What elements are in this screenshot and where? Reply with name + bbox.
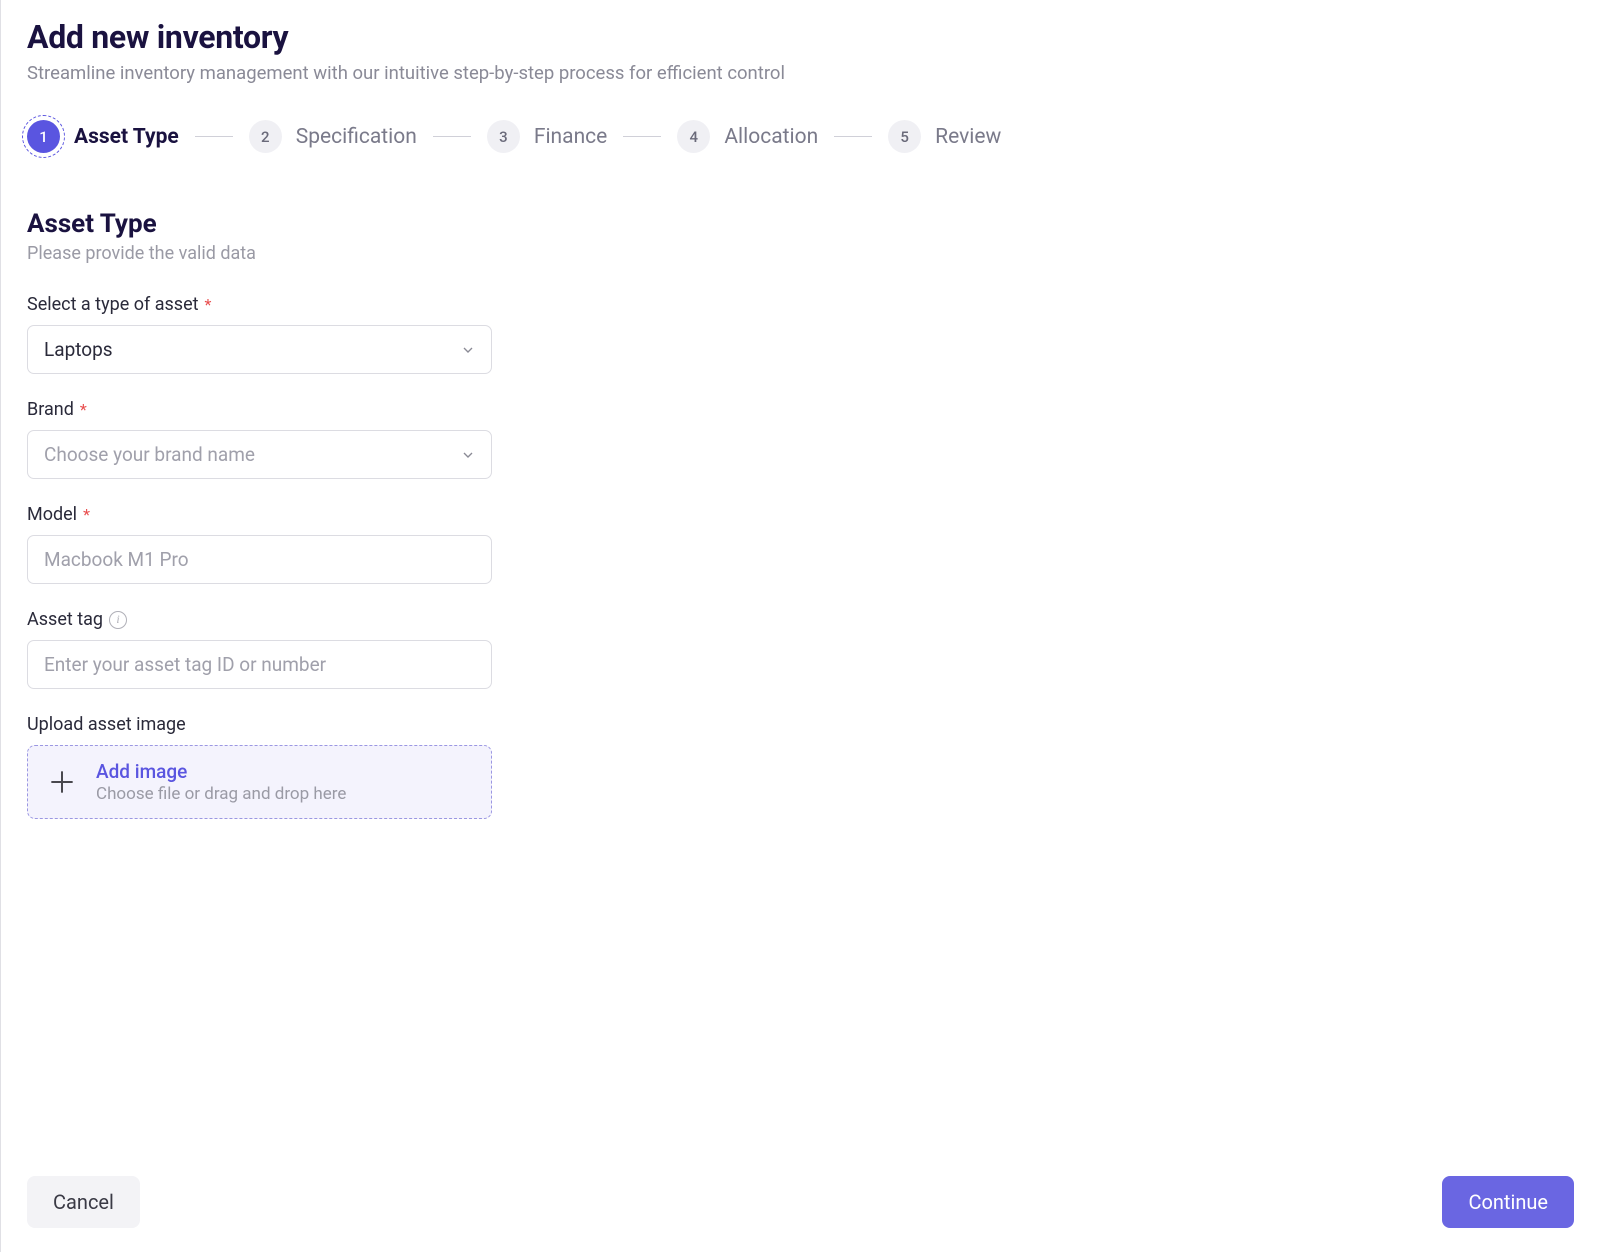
step-connector xyxy=(433,136,471,138)
step-number: 3 xyxy=(487,120,520,153)
model-input[interactable] xyxy=(27,535,492,584)
required-indicator: * xyxy=(80,400,87,419)
asset-type-label: Select a type of asset * xyxy=(27,294,492,315)
step-asset-type[interactable]: 1 Asset Type xyxy=(27,120,179,153)
step-number: 5 xyxy=(888,120,921,153)
asset-tag-input[interactable] xyxy=(27,640,492,689)
step-label: Specification xyxy=(296,125,417,149)
step-number: 1 xyxy=(27,120,60,153)
step-label: Asset Type xyxy=(74,125,179,149)
upload-label: Upload asset image xyxy=(27,714,492,735)
required-indicator: * xyxy=(83,505,90,524)
step-connector xyxy=(623,136,661,138)
section-title: Asset Type xyxy=(27,209,1574,239)
asset-type-select[interactable]: Laptops xyxy=(27,325,492,374)
cancel-button[interactable]: Cancel xyxy=(27,1176,140,1228)
step-label: Review xyxy=(935,125,1001,149)
model-label: Model * xyxy=(27,504,492,525)
page-subtitle: Streamline inventory management with our… xyxy=(27,62,1574,84)
plus-icon xyxy=(46,766,78,798)
required-indicator: * xyxy=(205,295,212,314)
upload-subtitle: Choose file or drag and drop here xyxy=(96,784,346,804)
stepper: 1 Asset Type 2 Specification 3 Finance 4… xyxy=(27,120,1574,153)
footer: Cancel Continue xyxy=(27,1176,1574,1228)
step-specification[interactable]: 2 Specification xyxy=(249,120,417,153)
upload-title: Add image xyxy=(96,760,346,783)
step-label: Allocation xyxy=(724,125,818,149)
page-title: Add new inventory xyxy=(27,18,1574,56)
step-allocation[interactable]: 4 Allocation xyxy=(677,120,818,153)
upload-dropzone[interactable]: Add image Choose file or drag and drop h… xyxy=(27,745,492,819)
step-connector xyxy=(834,136,872,138)
step-number: 2 xyxy=(249,120,282,153)
step-finance[interactable]: 3 Finance xyxy=(487,120,607,153)
step-connector xyxy=(195,136,233,138)
step-label: Finance xyxy=(534,125,607,149)
info-icon[interactable]: i xyxy=(109,611,127,629)
brand-label: Brand * xyxy=(27,399,492,420)
continue-button[interactable]: Continue xyxy=(1442,1176,1574,1228)
section-subtitle: Please provide the valid data xyxy=(27,243,1574,264)
asset-tag-label: Asset tag i xyxy=(27,609,492,630)
brand-select[interactable]: Choose your brand name xyxy=(27,430,492,479)
step-number: 4 xyxy=(677,120,710,153)
step-review[interactable]: 5 Review xyxy=(888,120,1001,153)
